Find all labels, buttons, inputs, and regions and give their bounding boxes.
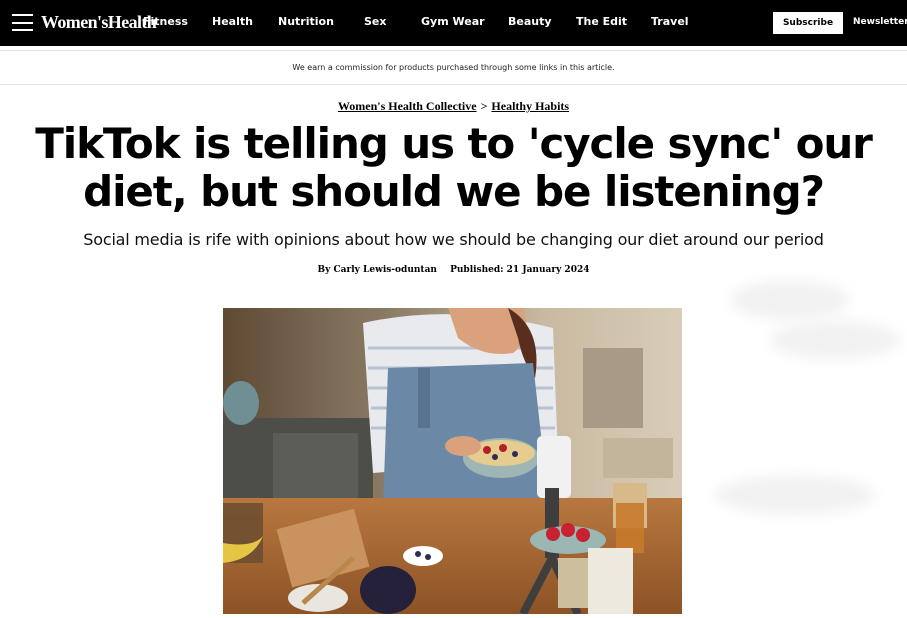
faded-background-shape bbox=[715, 475, 875, 515]
byline-prefix: By bbox=[317, 265, 331, 275]
nav-link-the-edit[interactable]: The Edit bbox=[576, 15, 627, 29]
nav-link-fitness[interactable]: Fitness bbox=[143, 15, 188, 29]
article-headline: TikTok is telling us to 'cycle sync' our… bbox=[35, 119, 873, 216]
article-byline: By Carly Lewis-oduntan Published: 21 Jan… bbox=[0, 264, 907, 277]
published-label: Published: bbox=[450, 265, 504, 275]
site-logo[interactable]: Women'sHealth bbox=[41, 10, 157, 34]
faded-background-shape bbox=[770, 320, 900, 360]
affiliate-disclosure: We earn a commission for products purcha… bbox=[0, 50, 907, 85]
breadcrumb-link-collective[interactable]: Women's Health Collective bbox=[338, 99, 477, 113]
nav-link-nutrition[interactable]: Nutrition bbox=[278, 15, 334, 29]
published-date: 21 January 2024 bbox=[506, 265, 590, 275]
nav-link-gym-wear[interactable]: Gym Wear bbox=[421, 15, 485, 29]
breadcrumb-separator: > bbox=[480, 99, 488, 113]
nav-link-health[interactable]: Health bbox=[212, 15, 253, 29]
nav-link-sex[interactable]: Sex bbox=[364, 15, 386, 29]
faded-background-shape bbox=[730, 280, 850, 320]
menu-icon[interactable] bbox=[12, 14, 33, 31]
nav-link-beauty[interactable]: Beauty bbox=[508, 15, 552, 29]
breadcrumb-link-healthy-habits[interactable]: Healthy Habits bbox=[491, 99, 569, 113]
article-dek: Social media is rife with opinions about… bbox=[83, 230, 824, 249]
author-link[interactable]: Carly Lewis-oduntan bbox=[334, 265, 437, 275]
breadcrumb: Women's Health Collective > Healthy Habits bbox=[0, 98, 907, 114]
hero-image bbox=[223, 308, 682, 614]
subscribe-button[interactable]: Subscribe bbox=[773, 12, 843, 34]
top-navigation: Women'sHealth Fitness Health Nutrition S… bbox=[0, 0, 907, 46]
nav-link-travel[interactable]: Travel bbox=[651, 15, 689, 29]
newsletter-link[interactable]: Newsletter bbox=[853, 16, 907, 29]
